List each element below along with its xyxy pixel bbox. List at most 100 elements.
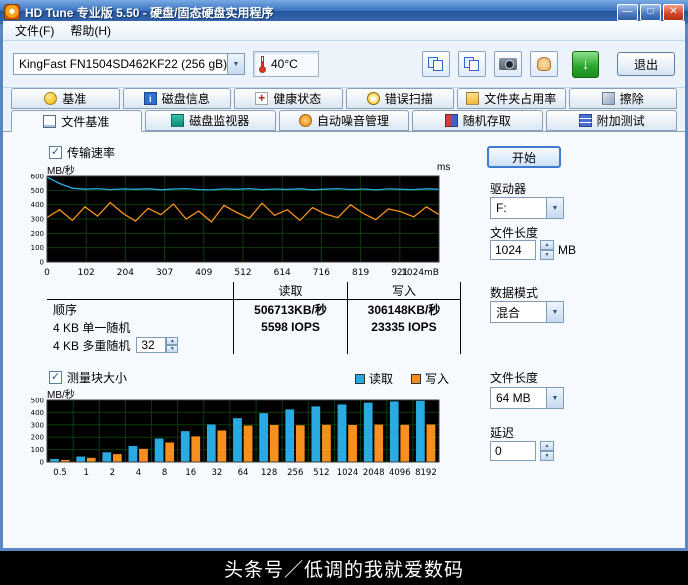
transfer-rate-checkbox[interactable]: ✓ 传输速率 [49, 144, 115, 161]
svg-text:307: 307 [156, 268, 173, 278]
checkbox-checked-icon[interactable]: ✓ [49, 146, 62, 159]
menu-help[interactable]: 帮助(H) [62, 20, 119, 41]
svg-text:1: 1 [83, 468, 88, 478]
close-button[interactable]: ✕ [663, 3, 684, 21]
temperature-indicator: 40°C [253, 51, 319, 77]
block-size-checkbox[interactable]: ✓ 测量块大小 [49, 369, 127, 386]
svg-text:614: 614 [274, 268, 291, 278]
menu-file[interactable]: 文件(F) [7, 20, 62, 41]
menu-bar: 文件(F) 帮助(H) [3, 21, 685, 41]
legend-write: 写入 [411, 370, 449, 387]
update-download-button[interactable]: ↓ [572, 50, 599, 78]
tab-folder-usage[interactable]: 文件夹占用率 [457, 88, 566, 109]
checkbox-checked-icon[interactable]: ✓ [49, 371, 62, 384]
svg-text:8: 8 [162, 468, 167, 478]
exit-button[interactable]: 退出 [617, 52, 675, 76]
tab-error-scan[interactable]: 错误扫描 [345, 88, 454, 109]
tab-disk-info[interactable]: i 磁盘信息 [122, 88, 231, 109]
spin-up-icon[interactable]: ▲ [166, 337, 179, 345]
transfer-rate-label: 传输速率 [67, 146, 116, 160]
svg-text:400: 400 [31, 409, 44, 417]
svg-text:0.5: 0.5 [53, 468, 67, 478]
svg-text:102: 102 [78, 268, 95, 278]
chevron-down-icon[interactable]: ▼ [546, 198, 563, 218]
copy-image-button[interactable] [458, 51, 486, 77]
tab-random-access[interactable]: 随机存取 [412, 110, 544, 131]
queue-depth-spinner[interactable]: 32 ▲ ▼ [136, 337, 179, 353]
random-single-label: 4 KB 单一随机 [53, 320, 131, 335]
spin-down-icon[interactable]: ▼ [540, 451, 554, 461]
svg-text:1024: 1024 [337, 468, 359, 478]
hand-icon [537, 57, 551, 71]
tab-aam[interactable]: 自动噪音管理 [278, 110, 410, 131]
sequential-label: 顺序 [53, 302, 78, 317]
chart2-legend: 读取 写入 [355, 370, 449, 387]
tab-extra-tests[interactable]: 附加测试 [546, 110, 677, 131]
svg-text:500: 500 [31, 187, 44, 195]
tab-health[interactable]: + 健康状态 [234, 88, 343, 109]
table-row: 顺序 506713KB/秒 306148KB/秒 [47, 300, 461, 318]
drive-dropdown[interactable]: F: ▼ [490, 197, 564, 219]
spin-down-icon[interactable]: ▼ [166, 345, 179, 353]
drive-dropdown-value: F: [496, 201, 507, 215]
app-icon [4, 4, 20, 20]
tab-erase[interactable]: 擦除 [568, 88, 677, 109]
legend-read: 读取 [355, 370, 393, 387]
data-mode-dropdown[interactable]: 混合 ▼ [490, 301, 564, 323]
transfer-rate-chart-svg: 0 100 200 300 400 500 600 0 102 204 307 409 512 614 71… [31, 173, 440, 278]
svg-text:512: 512 [234, 268, 251, 278]
magnifier-icon [366, 92, 380, 105]
file-length-unit: MB [558, 243, 576, 257]
spin-down-icon[interactable]: ▼ [540, 250, 554, 260]
block-size-label: 测量块大小 [67, 371, 128, 385]
eraser-icon [601, 92, 615, 105]
maximize-button[interactable]: □ [640, 3, 661, 21]
svg-text:600: 600 [31, 174, 44, 181]
svg-text:100: 100 [31, 446, 44, 454]
results-table: 读取 写入 顺序 506713KB/秒 306148KB/秒 4 KB 单一随机… [47, 282, 461, 354]
monitor-icon [171, 114, 185, 127]
chevron-down-icon[interactable]: ▼ [546, 302, 563, 322]
file-length2-value: 64 MB [496, 391, 531, 405]
table-row: 4 KB 多重随机 32 ▲ ▼ [47, 336, 461, 354]
tab-disk-monitor[interactable]: 磁盘监视器 [144, 110, 276, 131]
copy-text-button[interactable] [422, 51, 450, 77]
random-single-write-value: 23335 IOPS [347, 318, 461, 336]
svg-text:4: 4 [136, 468, 141, 478]
app-window: HD Tune 专业版 5.50 - 硬盘/固态硬盘实用程序 — □ ✕ 文件(… [0, 0, 688, 551]
minimize-button[interactable]: — [617, 3, 638, 21]
sequential-write-value: 306148KB/秒 [347, 300, 461, 318]
drive-selector[interactable]: KingFast FN1504SD462KF22 (256 gB) ▼ [13, 53, 245, 75]
svg-text:819: 819 [352, 268, 369, 278]
speaker-icon [298, 114, 312, 127]
file-page-icon [43, 114, 57, 128]
drive-selector-value: KingFast FN1504SD462KF22 (256 gB) [19, 57, 227, 71]
pointer-button[interactable] [530, 51, 558, 77]
read-swatch-icon [355, 373, 365, 384]
tab-benchmark[interactable]: 基准 [11, 88, 120, 109]
random-multi-write-value [347, 336, 461, 354]
file-length2-dropdown[interactable]: 64 MB ▼ [490, 387, 564, 409]
file-length-spinner[interactable]: 1024 ▲ ▼ MB [490, 240, 576, 260]
tab-row-1: 基准 i 磁盘信息 + 健康状态 错误扫描 文件夹占用率 擦除 [3, 88, 685, 110]
svg-text:2048: 2048 [363, 468, 385, 478]
tab-file-benchmark[interactable]: 文件基准 [11, 110, 142, 132]
watermark-banner: 头条号／低调的我就爱数码 [0, 551, 688, 585]
svg-text:512: 512 [313, 468, 329, 478]
latency-value[interactable]: 0 [490, 441, 536, 461]
latency-spinner[interactable]: 0 ▲ ▼ [490, 441, 554, 461]
dice-icon [444, 114, 458, 127]
spin-up-icon[interactable]: ▲ [540, 441, 554, 451]
chevron-down-icon[interactable]: ▼ [227, 54, 244, 74]
chevron-down-icon[interactable]: ▼ [546, 388, 563, 408]
queue-depth-value[interactable]: 32 [136, 337, 167, 353]
svg-text:100: 100 [31, 244, 44, 252]
svg-text:716: 716 [313, 268, 330, 278]
spin-up-icon[interactable]: ▲ [540, 240, 554, 250]
svg-text:500: 500 [31, 398, 44, 405]
screenshot-button[interactable] [494, 51, 522, 77]
file-length-value[interactable]: 1024 [490, 240, 536, 260]
health-icon: + [255, 92, 269, 105]
svg-text:409: 409 [195, 268, 212, 278]
start-button[interactable]: 开始 [487, 146, 561, 168]
